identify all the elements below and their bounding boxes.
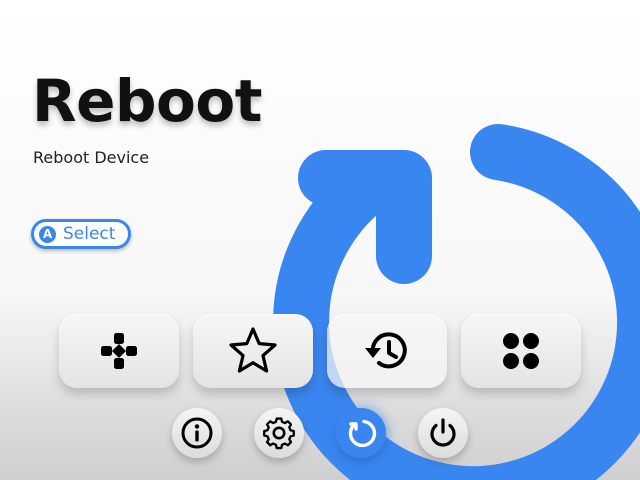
games-tile[interactable] <box>59 314 179 388</box>
select-label: Select <box>63 224 116 244</box>
reboot-icon <box>348 419 377 448</box>
apps-grid-icon <box>503 333 539 369</box>
select-hint[interactable]: A Select <box>31 219 131 249</box>
history-tile[interactable] <box>327 314 447 388</box>
info-button[interactable] <box>172 408 222 458</box>
info-icon <box>181 417 213 449</box>
power-button[interactable] <box>418 408 468 458</box>
history-icon <box>365 332 407 369</box>
reboot-button[interactable] <box>336 408 386 458</box>
page-title: Reboot <box>32 67 262 135</box>
gear-icon <box>263 417 295 450</box>
apps-tile[interactable] <box>461 314 581 388</box>
power-icon <box>430 418 456 447</box>
favorites-tile[interactable] <box>193 314 313 388</box>
page-subtitle: Reboot Device <box>33 148 150 167</box>
gamepad-icon <box>101 333 137 369</box>
settings-button[interactable] <box>254 408 304 458</box>
a-button-icon: A <box>38 224 57 244</box>
star-icon <box>229 327 277 373</box>
